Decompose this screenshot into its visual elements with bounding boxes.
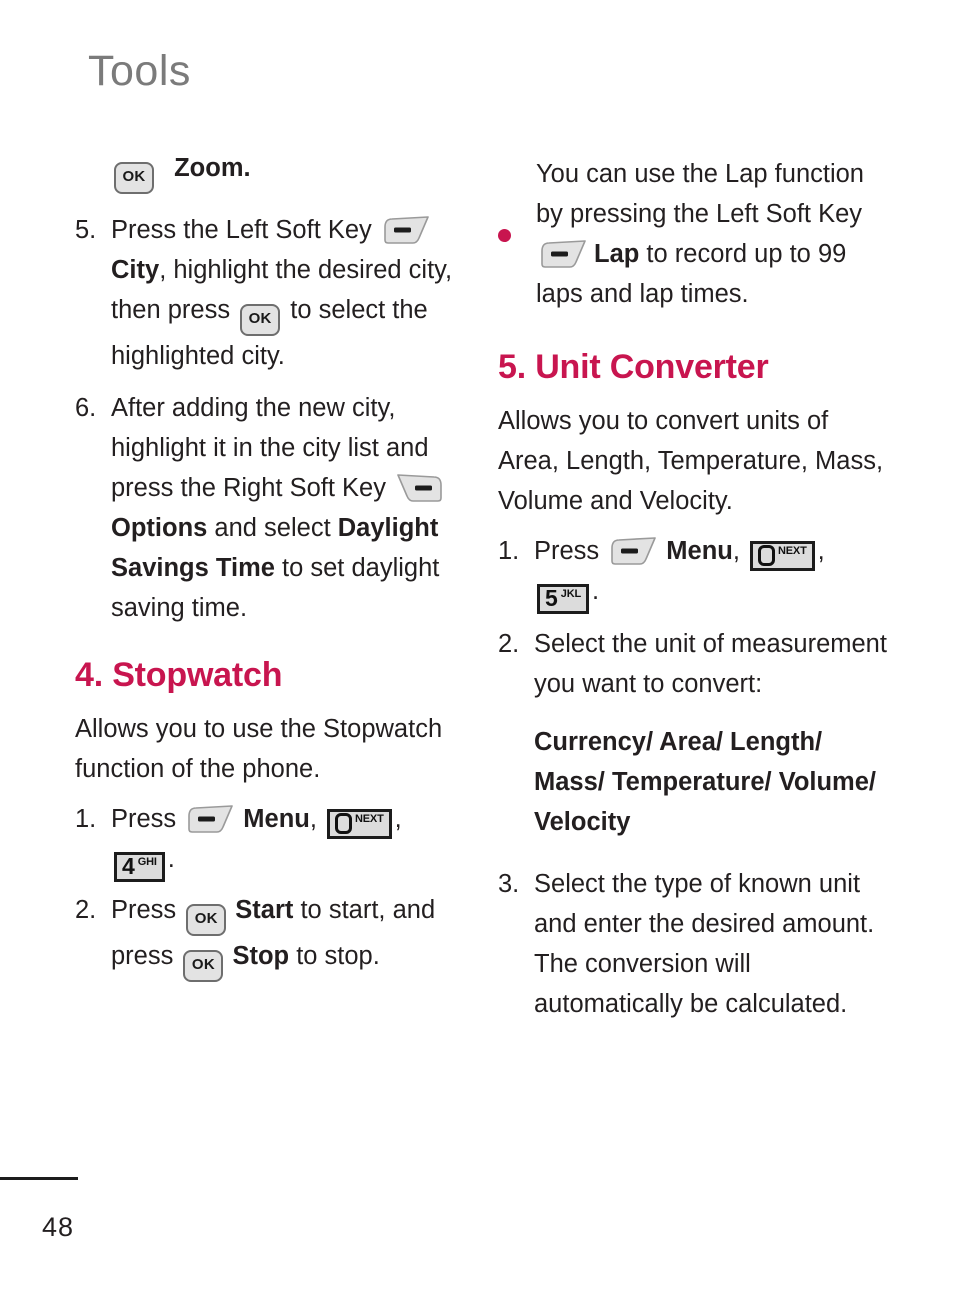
right-soft-key-icon <box>397 473 443 503</box>
page-title: Tools <box>88 47 191 95</box>
key-4-sublabel: GHI <box>137 856 157 869</box>
uc-step3-number: 3. <box>498 869 520 898</box>
uc-step1-text1: Press <box>534 537 607 566</box>
stopwatch-step1-text1: Press <box>111 805 184 834</box>
uc-step1-number: 1. <box>498 537 520 566</box>
zoom-label: Zoom. <box>174 154 251 182</box>
key-0-sublabel: NEXT <box>355 813 384 826</box>
stopwatch-step1-period: . <box>167 845 175 874</box>
list-item-uc-step3: 3. Select the type of known unit and ent… <box>498 864 890 1024</box>
right-column: You can use the Lap function by pressing… <box>498 148 890 1028</box>
uc-step3-body: Select the type of known unit and enter … <box>534 869 875 1018</box>
uc-step1-comma1: , <box>732 537 740 566</box>
uc-step2-text1: Select the unit of measurement you want … <box>534 629 887 698</box>
bullet-dot-wrap <box>498 154 536 314</box>
uc-step1-period: . <box>591 577 600 606</box>
ok-key-icon: OK <box>240 304 281 336</box>
stopwatch-step2-body: Press OK Start to start, and press OK Stop… <box>111 890 467 982</box>
key-0-sublabel: NEXT <box>778 545 807 558</box>
key-0-next-icon: NEXT <box>327 808 392 839</box>
section-heading-unit-converter: 5. Unit Converter <box>498 348 769 386</box>
lap-bold: Lap <box>594 240 640 268</box>
step5-body: Press the Left Soft Key City, highlight … <box>111 210 467 376</box>
left-soft-key-icon <box>610 536 657 566</box>
ok-key-icon: OK <box>114 162 154 194</box>
step6-number: 6. <box>75 394 97 422</box>
bullet-dot-icon <box>498 228 511 242</box>
stopwatch-step2-number: 2. <box>75 895 97 924</box>
start-bold: Start <box>235 895 294 924</box>
key-4-ghi-icon: 4 GHI <box>114 851 165 882</box>
step6-options-bold: Options <box>111 514 208 542</box>
step6-text1: After adding the new city, highlight it … <box>111 394 429 502</box>
list-item-stopwatch-step2: 2. Press OK Start to start, and press OK S… <box>75 890 467 982</box>
zoom-key-line: OK Zoom. <box>75 148 467 194</box>
step5-city-bold: City <box>111 256 160 284</box>
key-5-digit: 5 <box>545 585 558 612</box>
left-soft-key-icon <box>540 239 586 269</box>
unit-list: Currency/ Area/ Length/ Mass/ Temperatur… <box>534 727 876 836</box>
step5-text1: Press the Left Soft Key <box>111 216 379 244</box>
manual-page: Tools OK Zoom. 5. Press the Left Soft Ke… <box>0 0 954 1291</box>
stop-bold: Stop <box>232 941 290 970</box>
list-item-step5: 5. Press the Left Soft Key City, highlig… <box>75 210 467 376</box>
footer-divider <box>0 1177 78 1180</box>
lap-text1: You can use the Lap function by pressing… <box>536 160 864 228</box>
page-number: 48 <box>42 1212 75 1242</box>
key-5-jkl-icon: 5 JKL <box>537 583 589 614</box>
list-item-lap-bullet: You can use the Lap function by pressing… <box>498 154 890 314</box>
step6-text3: and select <box>207 514 338 542</box>
left-soft-key-icon <box>187 804 234 834</box>
unit-converter-intro: Allows you to convert units of Area, Len… <box>498 407 884 516</box>
key-5-sublabel: JKL <box>560 588 581 601</box>
uc-step1-menu-bold: Menu <box>666 537 733 566</box>
key-0-next-icon: NEXT <box>750 540 815 571</box>
list-item-step6: 6. After adding the new city, highlight … <box>75 388 467 628</box>
step5-number: 5. <box>75 216 97 244</box>
left-column: OK Zoom. 5. Press the Left Soft Key City… <box>75 148 467 986</box>
lap-bullet-body: You can use the Lap function by pressing… <box>536 154 890 314</box>
digit-zero-glyph <box>335 813 353 835</box>
uc-step1-body: Press Menu, NEXT, 5 JKL. <box>534 531 890 614</box>
stopwatch-step1-number: 1. <box>75 805 97 834</box>
uc-step1-comma2: , <box>817 537 825 566</box>
stopwatch-intro: Allows you to use the Stopwatch function… <box>75 715 443 784</box>
list-item-stopwatch-step1: 1. Press Menu, NEXT, 4 GHI. <box>75 799 467 882</box>
left-soft-key-icon <box>383 215 429 245</box>
ok-key-icon: OK <box>183 949 224 982</box>
digit-zero-glyph <box>758 545 776 567</box>
stopwatch-step1-comma1: , <box>309 805 317 834</box>
key-4-digit: 4 <box>122 853 135 880</box>
list-item-uc-step2: 2. Select the unit of measurement you wa… <box>498 624 890 842</box>
stopwatch-step1-body: Press Menu, NEXT, 4 GHI. <box>111 799 467 882</box>
step6-body: After adding the new city, highlight it … <box>111 388 467 628</box>
uc-step2-body: Select the unit of measurement you want … <box>534 624 890 842</box>
stopwatch-step1-menu-bold: Menu <box>243 805 310 834</box>
stopwatch-step1-comma2: , <box>394 805 402 834</box>
stopwatch-step2-text1: Press <box>111 895 184 924</box>
uc-step2-number: 2. <box>498 629 520 658</box>
stopwatch-step2-text5: to stop. <box>289 941 380 970</box>
list-item-uc-step1: 1. Press Menu, NEXT, 5 JKL. <box>498 531 890 614</box>
two-column-body: OK Zoom. 5. Press the Left Soft Key City… <box>0 148 954 1148</box>
ok-key-icon: OK <box>186 903 227 936</box>
section-heading-stopwatch: 4. Stopwatch <box>75 656 283 694</box>
